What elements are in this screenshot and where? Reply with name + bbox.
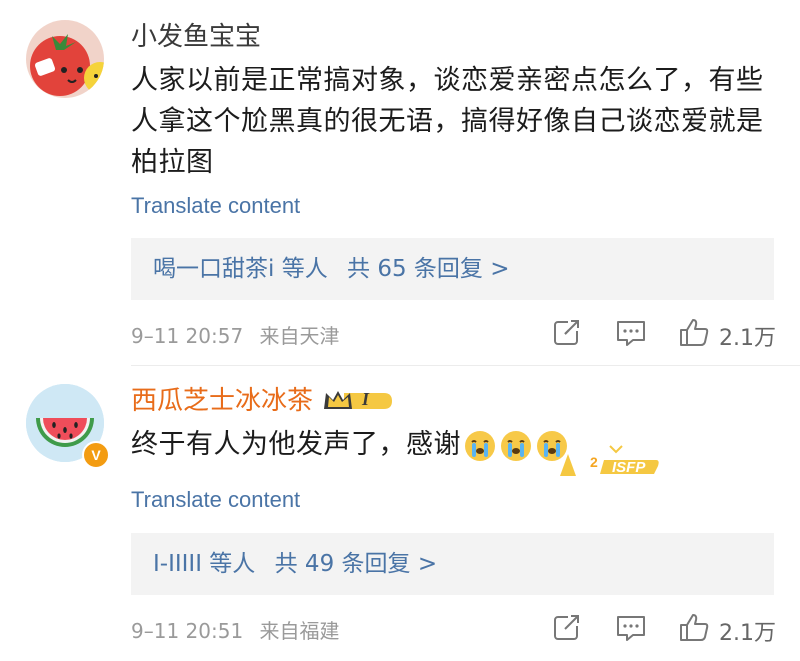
- share-button[interactable]: [552, 612, 582, 646]
- divider: [131, 365, 800, 366]
- comment-text-content: 终于有人为他发声了，感谢: [131, 429, 461, 460]
- share-button[interactable]: [552, 317, 582, 351]
- username[interactable]: 西瓜芝士冰冰茶: [131, 384, 313, 418]
- crying-emoji-icon: [463, 429, 497, 463]
- replies-box[interactable]: 喝一口甜茶i 等人 共 65 条回复 >: [131, 238, 774, 300]
- location: 来自天津: [259, 324, 340, 348]
- translate-content-link[interactable]: Translate content: [131, 193, 300, 219]
- vip-crown-badge[interactable]: I: [322, 387, 394, 415]
- share-icon: [554, 319, 580, 345]
- comment-icon: [617, 616, 645, 641]
- translate-content-link[interactable]: Translate content: [131, 487, 300, 513]
- comment-text: 终于有人为他发声了，感谢: [131, 424, 569, 465]
- sticker-label: ISFP: [612, 459, 646, 476]
- replies-box[interactable]: I-IIIII 等人 共 49 条回复 >: [131, 533, 774, 595]
- vip-level: I: [362, 389, 370, 409]
- replies-summary: 喝一口甜茶i 等人 共 65 条回复 >: [153, 252, 510, 286]
- like-count: 2.1万: [719, 621, 776, 646]
- replies-users: I-IIIII 等人: [153, 551, 256, 577]
- isfp-sticker: 2 ISFP: [560, 440, 660, 480]
- comment-meta: 9–11 20:57 来自天津: [131, 320, 340, 349]
- timestamp: 9–11 20:51: [131, 619, 244, 643]
- sticker-number: 2: [590, 454, 598, 470]
- comment-item-1: 小发鱼宝宝 人家以前是正常搞对象，谈恋爱亲密点怎么了，有些人拿这个尬黑真的很无语…: [0, 0, 800, 360]
- like-count: 2.1万: [719, 326, 776, 351]
- username[interactable]: 小发鱼宝宝: [131, 20, 261, 54]
- like-button[interactable]: [678, 316, 710, 352]
- replies-count-link[interactable]: 共 49 条回复 >: [275, 551, 437, 577]
- comment-meta: 9–11 20:51 来自福建: [131, 615, 340, 644]
- verified-badge-icon: V: [82, 441, 110, 469]
- replies-users: 喝一口甜茶i 等人: [153, 256, 328, 282]
- thumbs-up-icon: [680, 614, 709, 641]
- comment-text: 人家以前是正常搞对象，谈恋爱亲密点怎么了，有些人拿这个尬黑真的很无语，搞得好像自…: [131, 65, 764, 178]
- replies-count-link[interactable]: 共 65 条回复 >: [347, 256, 509, 282]
- like-button[interactable]: [678, 611, 710, 647]
- timestamp: 9–11 20:57: [131, 324, 244, 348]
- location: 来自福建: [259, 619, 340, 643]
- comment-button[interactable]: [615, 613, 647, 647]
- comment-icon: [617, 321, 645, 346]
- crown-icon: [324, 391, 392, 409]
- comment-button[interactable]: [615, 318, 647, 352]
- avatar[interactable]: [26, 20, 104, 98]
- tomato-character-avatar-icon: [26, 20, 104, 98]
- crying-emoji-icon: [499, 429, 533, 463]
- replies-summary: I-IIIII 等人 共 49 条回复 >: [153, 547, 437, 581]
- thumbs-up-icon: [680, 319, 709, 346]
- share-icon: [554, 614, 580, 640]
